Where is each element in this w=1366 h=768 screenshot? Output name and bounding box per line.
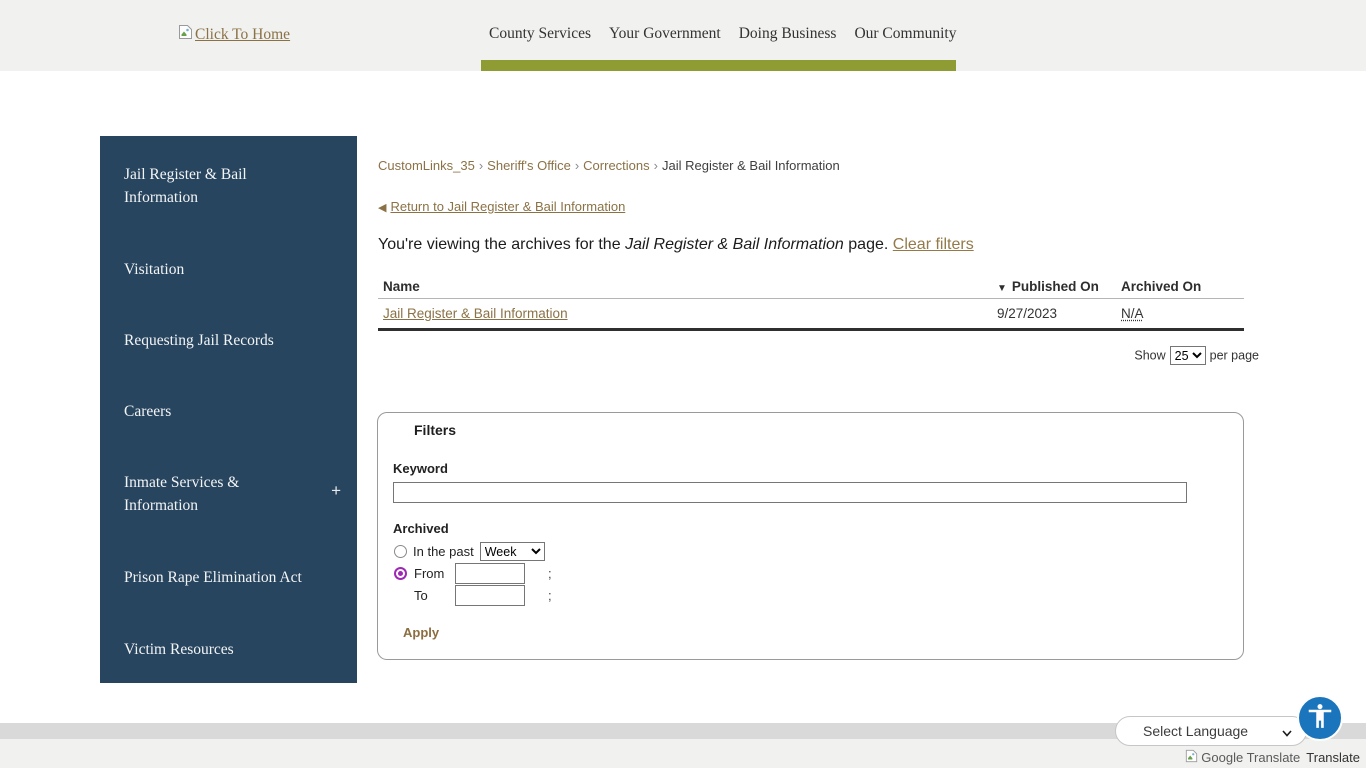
sidebar-item-prison-rape-elimination[interactable]: Prison Rape Elimination Act — [124, 566, 339, 589]
accessibility-button[interactable] — [1297, 695, 1343, 741]
sidebar-item-careers[interactable]: Careers — [124, 400, 339, 423]
table-row: Jail Register & Bail Information 9/27/20… — [378, 299, 1244, 331]
per-page-label: per page — [1209, 348, 1259, 363]
breadcrumb-separator: › — [574, 158, 580, 173]
translate-label: Translate — [1306, 750, 1360, 765]
date-range-radio[interactable] — [394, 567, 407, 580]
archives-table: Name ▼ Published On Archived On Jail Regi… — [378, 275, 1244, 331]
sidebar-item-victim-resources[interactable]: Victim Resources — [124, 638, 339, 661]
filters-title: Filters — [414, 422, 457, 438]
filters-panel: Filters Keyword Archived In the past Wee… — [377, 412, 1244, 660]
banner-suffix: page. — [848, 236, 889, 253]
return-link-label: Return to Jail Register & Bail Informati… — [390, 199, 626, 214]
language-selector[interactable]: Select Language — [1115, 716, 1307, 746]
apply-button[interactable]: Apply — [403, 625, 439, 640]
sidebar: Jail Register & Bail Information Visitat… — [100, 136, 357, 683]
archive-item-link[interactable]: Jail Register & Bail Information — [383, 306, 568, 321]
nav-your-government[interactable]: Your Government — [609, 25, 721, 43]
show-label: Show — [1134, 348, 1166, 363]
to-date-input[interactable] — [455, 585, 525, 606]
page: Click To Home County Services Your Gover… — [0, 0, 1366, 768]
nav-county-services[interactable]: County Services — [489, 25, 591, 43]
broken-image-icon — [178, 24, 193, 45]
table-header-row: Name ▼ Published On Archived On — [378, 275, 1244, 299]
column-header-name: Name — [383, 279, 420, 294]
breadcrumb-customlinks[interactable]: CustomLinks_35 — [378, 158, 475, 173]
sidebar-item-inmate-services[interactable]: Inmate Services & Information — [124, 471, 274, 517]
column-header-archived: Archived On — [1121, 279, 1202, 294]
broken-image-icon — [1185, 749, 1198, 766]
top-nav: County Services Your Government Doing Bu… — [489, 25, 956, 43]
chevron-down-icon — [1281, 726, 1293, 742]
home-link[interactable]: Click To Home — [178, 24, 290, 45]
published-date: 9/27/2023 — [997, 306, 1058, 321]
to-label: To — [414, 588, 428, 603]
date-from-row: From ; — [394, 563, 552, 584]
keyword-label: Keyword — [393, 461, 448, 476]
from-date-input[interactable] — [455, 563, 525, 584]
column-header-published-label: Published On — [1011, 279, 1099, 294]
breadcrumb-corrections[interactable]: Corrections — [583, 158, 649, 173]
per-page-select[interactable]: 25 — [1169, 346, 1206, 365]
archived-date: N/A — [1121, 306, 1144, 321]
column-header-published[interactable]: ▼ Published On — [997, 279, 1121, 294]
to-separator: ; — [548, 588, 552, 603]
site-header: Click To Home County Services Your Gover… — [0, 0, 1366, 71]
google-translate-widget: Google Translate Translate — [1185, 749, 1360, 766]
nav-accent-bar — [481, 60, 956, 71]
clear-filters-link[interactable]: Clear filters — [893, 236, 974, 253]
breadcrumb-separator: › — [478, 158, 484, 173]
accessibility-icon — [1305, 701, 1335, 736]
sidebar-item-visitation[interactable]: Visitation — [124, 258, 339, 281]
keyword-input[interactable] — [393, 482, 1187, 503]
nav-our-community[interactable]: Our Community — [854, 25, 956, 43]
sidebar-item-jail-register[interactable]: Jail Register & Bail Information — [124, 163, 274, 209]
in-the-past-label: In the past — [413, 544, 474, 559]
archive-banner: You're viewing the archives for the Jail… — [378, 236, 974, 254]
period-select[interactable]: Week — [479, 542, 545, 561]
pagination: Show 25 per page — [378, 346, 1259, 365]
breadcrumb-sheriffs-office[interactable]: Sheriff's Office — [487, 158, 571, 173]
breadcrumb-separator: › — [653, 158, 658, 173]
sidebar-item-requesting-jail-records[interactable]: Requesting Jail Records — [124, 329, 339, 352]
in-the-past-radio[interactable] — [394, 545, 407, 558]
google-translate-attribution: Google Translate — [1201, 750, 1301, 765]
date-to-row: To ; — [414, 585, 552, 606]
breadcrumb-current: Jail Register & Bail Information — [661, 158, 840, 173]
banner-prefix: You're viewing the archives for the — [378, 236, 621, 253]
home-link-label: Click To Home — [195, 25, 291, 43]
sort-desc-icon: ▼ — [997, 283, 1007, 294]
in-the-past-row: In the past Week — [394, 542, 545, 561]
back-arrow-icon: ◀ — [378, 202, 387, 214]
breadcrumb: CustomLinks_35 › Sheriff's Office › Correcti… — [378, 158, 840, 173]
banner-page-name: Jail Register & Bail Information — [625, 236, 844, 253]
expand-plus-icon[interactable]: + — [331, 481, 341, 501]
from-separator: ; — [548, 566, 552, 581]
return-link[interactable]: ◀ Return to Jail Register & Bail Informat… — [378, 199, 625, 214]
from-label: From — [414, 566, 445, 581]
archived-label: Archived — [393, 521, 449, 536]
nav-doing-business[interactable]: Doing Business — [739, 25, 837, 43]
language-selector-label: Select Language — [1143, 723, 1249, 739]
